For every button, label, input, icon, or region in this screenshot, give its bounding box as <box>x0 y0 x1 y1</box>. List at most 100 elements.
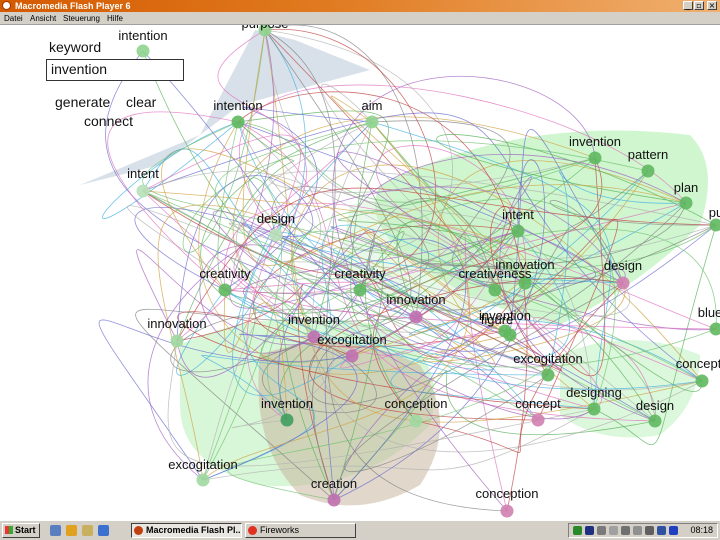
graph-node-dot[interactable] <box>695 374 709 388</box>
graph-node-label[interactable]: conception <box>476 486 539 501</box>
graph-node-dot[interactable] <box>531 413 545 427</box>
minimize-button[interactable]: _ <box>683 1 693 10</box>
tray-icon-5[interactable] <box>621 526 630 535</box>
graph-node-label[interactable]: design <box>257 211 295 226</box>
dc-tray-icon[interactable] <box>585 526 594 535</box>
graph-node-dot[interactable] <box>709 218 720 232</box>
graph-node-dot[interactable] <box>269 228 283 242</box>
graph-node-label[interactable]: creativity <box>334 266 385 281</box>
graph-node-dot[interactable] <box>218 283 232 297</box>
graph-node-dot[interactable] <box>679 196 693 210</box>
graph-node-dot[interactable] <box>353 283 367 297</box>
window-title: Macromedia Flash Player 6 <box>15 1 131 11</box>
graph-node-dot[interactable] <box>488 283 502 297</box>
folder-icon[interactable] <box>82 525 93 536</box>
graph-node-dot[interactable] <box>588 151 602 165</box>
graph-node-label[interactable]: blue <box>698 305 720 320</box>
graph-node-label[interactable]: innovation <box>495 257 554 272</box>
graph-node-label[interactable]: concepti <box>676 356 720 371</box>
graph-node-dot[interactable] <box>511 224 525 238</box>
windows-logo-icon <box>5 526 13 534</box>
clock: 08:18 <box>690 525 713 535</box>
graph-node-dot[interactable] <box>170 334 184 348</box>
graph-node-dot[interactable] <box>280 413 294 427</box>
close-button[interactable]: × <box>707 1 717 10</box>
menu-datei[interactable]: Datei <box>4 13 23 24</box>
taskbar: Start Macromedia Flash Pl... Fireworks 0… <box>0 520 720 540</box>
task-flash-player[interactable]: Macromedia Flash Pl... <box>131 523 242 538</box>
graph-node-label[interactable]: invention <box>479 308 531 323</box>
graph-node-label[interactable]: invention <box>569 134 621 149</box>
graph-node-dot[interactable] <box>231 115 245 129</box>
graph-node-dot[interactable] <box>136 44 150 58</box>
graph-node-label[interactable]: intention <box>213 98 262 113</box>
graph-node-dot[interactable] <box>541 368 555 382</box>
browser-icon[interactable] <box>98 525 109 536</box>
graph-node-label[interactable]: design <box>636 398 674 413</box>
connect-button[interactable]: connect <box>84 113 133 129</box>
graph-node-dot[interactable] <box>409 310 423 324</box>
task-label: Fireworks <box>260 525 300 535</box>
graph-node-label[interactable]: plan <box>674 180 699 195</box>
tray-icon-6[interactable] <box>633 526 642 535</box>
graph-node-dot[interactable] <box>587 402 601 416</box>
graph-node-label[interactable]: innovation <box>386 292 445 307</box>
title-bar: Macromedia Flash Player 6 _ ▫ × <box>0 0 720 12</box>
graph-node-label[interactable]: excogitation <box>317 332 386 347</box>
graph-node-label[interactable]: creation <box>311 476 357 491</box>
media-player-icon[interactable] <box>66 525 77 536</box>
trash-tray-icon[interactable] <box>597 526 606 535</box>
fireworks-task-icon <box>248 526 257 535</box>
graph-node-dot[interactable] <box>616 276 630 290</box>
menu-ansicht[interactable]: Ansicht <box>30 13 56 24</box>
graph-node-label[interactable]: invention <box>288 312 340 327</box>
task-fireworks[interactable]: Fireworks <box>245 523 356 538</box>
tray-icon-7[interactable] <box>645 526 654 535</box>
flash-task-icon <box>134 526 143 535</box>
graph-node-dot[interactable] <box>641 164 655 178</box>
graph-node-dot[interactable] <box>500 504 514 518</box>
graph-node-label[interactable]: innovation <box>147 316 206 331</box>
clear-button[interactable]: clear <box>126 94 156 110</box>
graph-node-label[interactable]: design <box>604 258 642 273</box>
menu-hilfe[interactable]: Hilfe <box>107 13 123 24</box>
menu-steuerung[interactable]: Steuerung <box>63 13 100 24</box>
task-label: Macromedia Flash Pl... <box>146 525 242 535</box>
menu-bar: Datei Ansicht Steuerung Hilfe <box>0 12 720 25</box>
graph-node-label[interactable]: aim <box>362 98 383 113</box>
tray-icon-4[interactable] <box>609 526 618 535</box>
network-tray-icon[interactable] <box>573 526 582 535</box>
graph-node-label[interactable]: pattern <box>628 147 668 162</box>
graph-node-label[interactable]: excogitation <box>168 457 237 472</box>
graph-node-label[interactable]: intention <box>118 28 167 43</box>
graph-node-dot[interactable] <box>648 414 662 428</box>
graph-node-label[interactable]: conception <box>385 396 448 411</box>
graph-node-label[interactable]: creativity <box>199 266 250 281</box>
graph-node-dot[interactable] <box>365 115 379 129</box>
graph-node-label[interactable]: invention <box>261 396 313 411</box>
graph-node-dot[interactable] <box>409 414 423 428</box>
flash-stage[interactable]: purpose intention intention aim intent invent… <box>0 25 720 520</box>
desktop-icon[interactable] <box>50 525 61 536</box>
graph-node-label[interactable]: purpose <box>242 25 289 31</box>
graph-node-dot[interactable] <box>136 184 150 198</box>
start-button[interactable]: Start <box>2 523 40 538</box>
graph-node-label[interactable]: excogitation <box>513 351 582 366</box>
system-tray: 08:18 <box>568 523 718 538</box>
start-label: Start <box>15 525 36 535</box>
graph-node-dot[interactable] <box>709 322 720 336</box>
graph-node-label[interactable]: intent <box>502 207 534 222</box>
generate-button[interactable]: generate <box>55 94 110 110</box>
graph-node-label[interactable]: designing <box>566 385 622 400</box>
graph-node-dot[interactable] <box>327 493 341 507</box>
graph-node-dot[interactable] <box>196 473 210 487</box>
tray-icon-9[interactable] <box>669 526 678 535</box>
graph-node-label[interactable]: pu <box>709 205 720 220</box>
graph-node-label[interactable]: concept <box>515 396 561 411</box>
graph-node-dot[interactable] <box>345 349 359 363</box>
maximize-button[interactable]: ▫ <box>694 1 704 10</box>
flash-app-icon <box>2 1 11 10</box>
keyword-input[interactable]: invention <box>46 59 184 81</box>
graph-node-label[interactable]: intent <box>127 166 159 181</box>
volume-tray-icon[interactable] <box>657 526 666 535</box>
